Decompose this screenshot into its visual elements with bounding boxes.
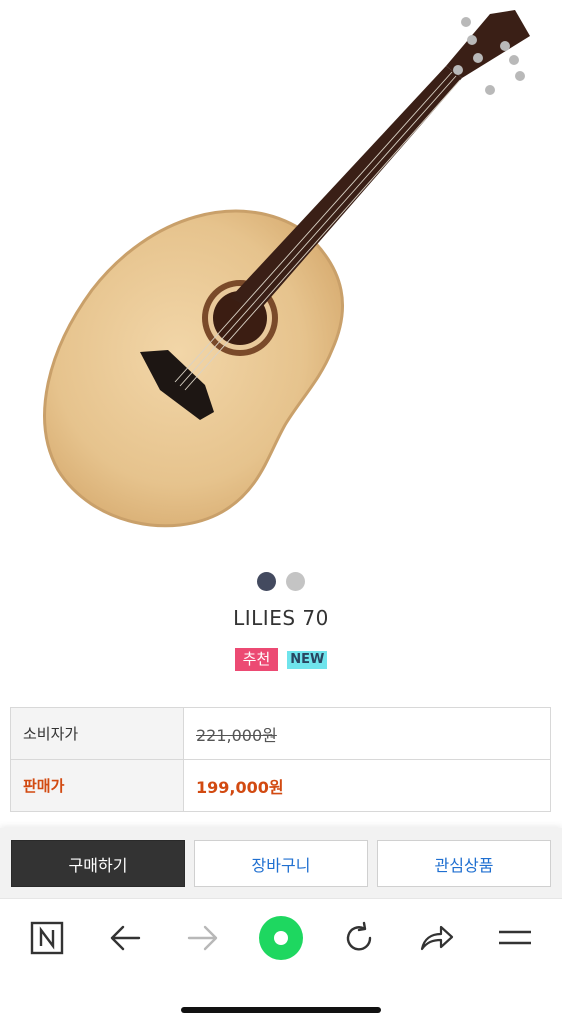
consumer-price-row: 소비자가 221,000원 xyxy=(11,708,550,760)
green-dot-icon[interactable] xyxy=(256,913,306,963)
carousel-dot-1[interactable] xyxy=(257,572,276,591)
product-badges: 추천 NEW xyxy=(0,648,562,671)
share-icon[interactable] xyxy=(412,913,462,963)
new-badge: NEW xyxy=(287,651,328,669)
consumer-price-label: 소비자가 xyxy=(11,708,184,759)
sale-price-row: 판매가 199,000원 xyxy=(11,760,550,812)
price-table: 소비자가 221,000원 판매가 199,000원 xyxy=(10,707,551,812)
carousel-dot-2[interactable] xyxy=(286,572,305,591)
back-arrow-icon[interactable] xyxy=(100,913,150,963)
buy-button[interactable]: 구매하기 xyxy=(11,840,185,887)
guitar-image xyxy=(43,10,530,528)
product-image[interactable] xyxy=(0,0,562,560)
product-title: LILIES 70 xyxy=(233,606,329,630)
sale-price-value: 199,000원 xyxy=(196,777,284,797)
wishlist-button[interactable]: 관심상품 xyxy=(377,840,551,887)
recommend-badge: 추천 xyxy=(234,648,279,671)
carousel-indicator xyxy=(0,572,562,591)
forward-arrow-icon[interactable] xyxy=(178,913,228,963)
purchase-action-bar: 구매하기 장바구니 관심상품 xyxy=(0,828,562,898)
consumer-price-value: 221,000원 xyxy=(196,725,277,745)
home-indicator[interactable] xyxy=(181,1007,381,1013)
menu-icon[interactable] xyxy=(490,913,540,963)
browser-toolbar xyxy=(0,898,562,1024)
add-to-cart-button[interactable]: 장바구니 xyxy=(194,840,368,887)
naver-n-icon[interactable] xyxy=(22,913,72,963)
reload-icon[interactable] xyxy=(334,913,384,963)
sale-price-label: 판매가 xyxy=(11,760,184,811)
